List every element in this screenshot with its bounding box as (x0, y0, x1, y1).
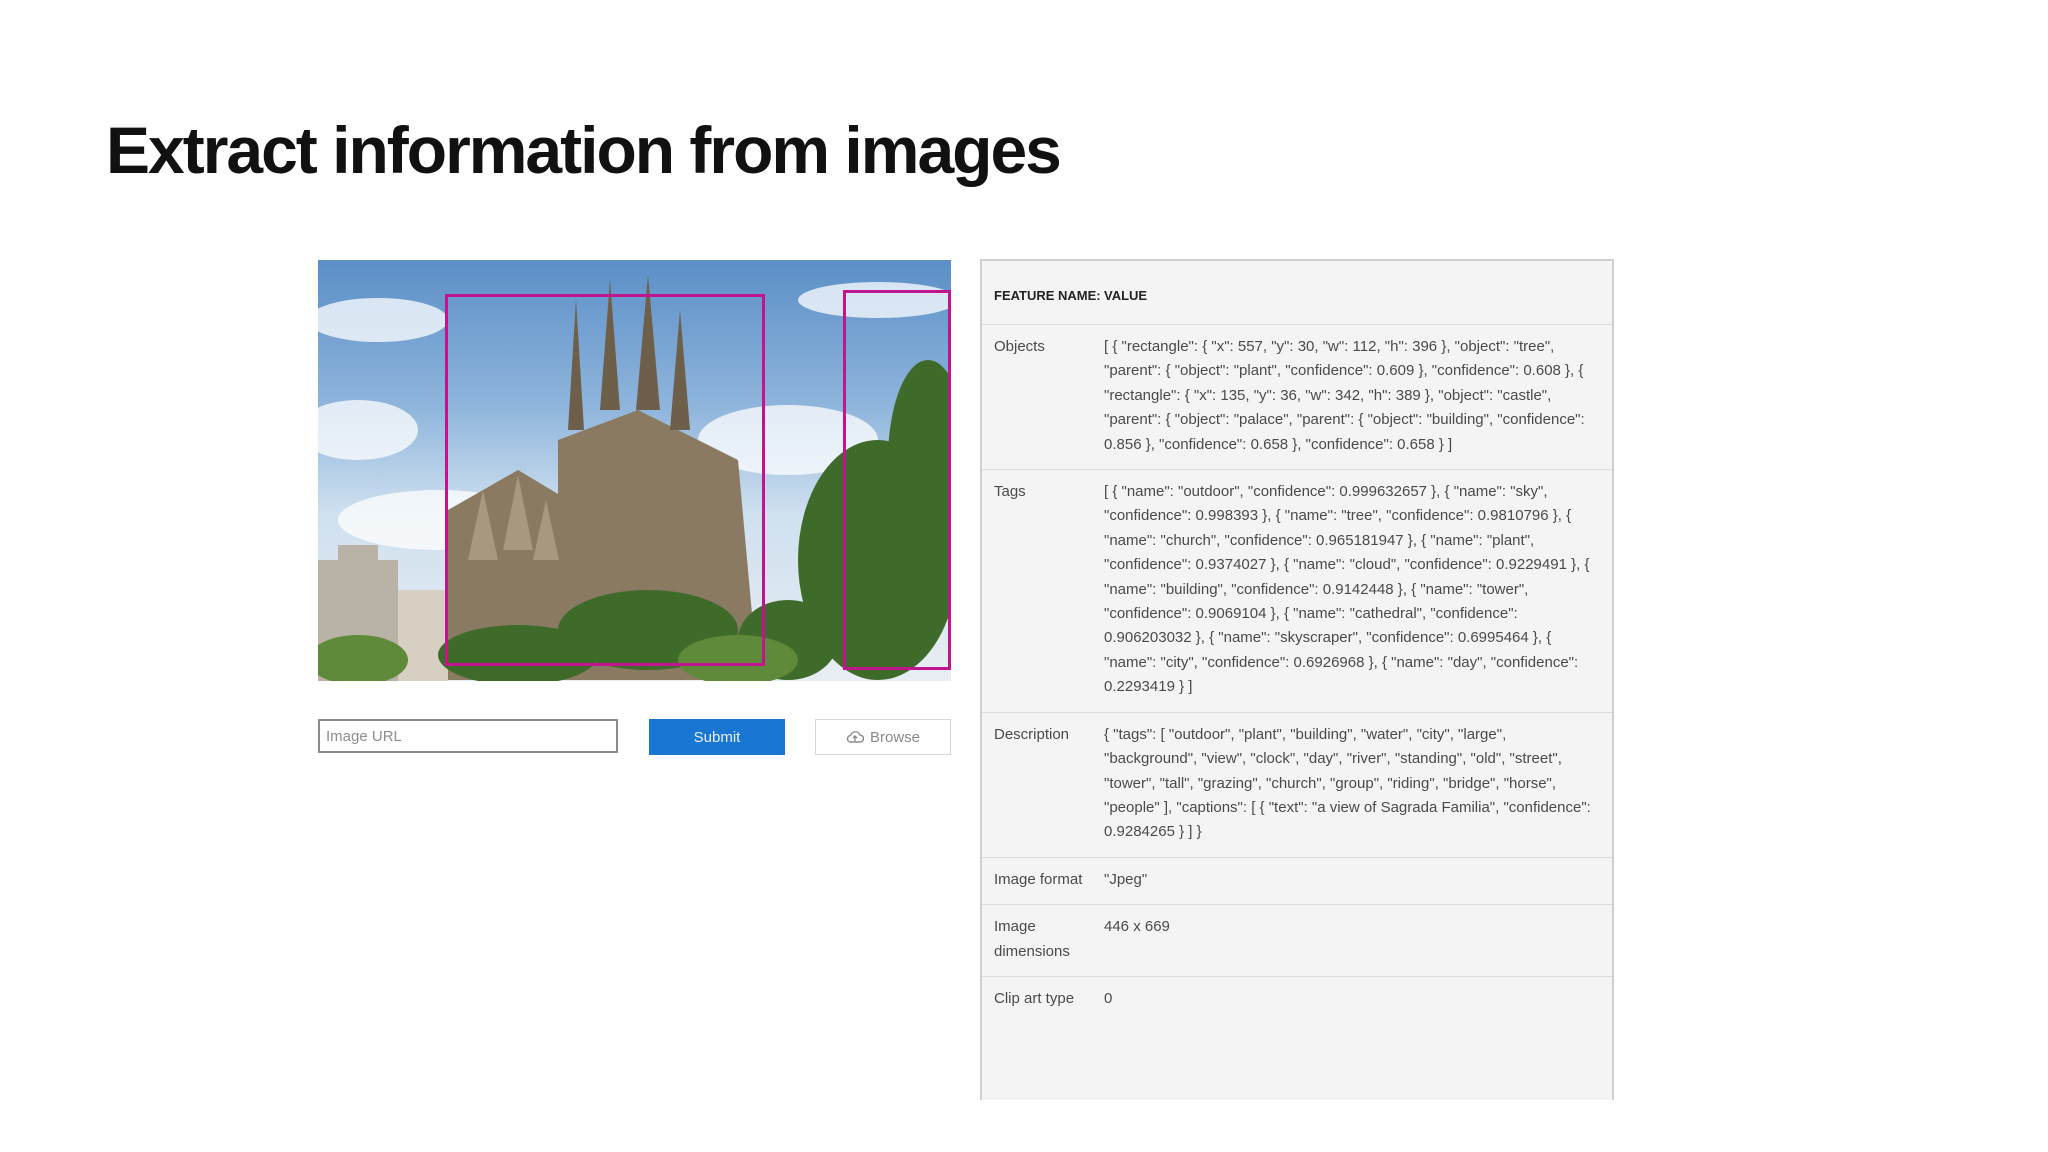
cloud-upload-icon (846, 730, 864, 744)
analyzed-photo (318, 260, 951, 681)
value-image-format: "Jpeg" (1104, 870, 1148, 888)
browse-label: Browse (869, 728, 921, 746)
image-url-input[interactable] (318, 719, 618, 753)
results-header-row: FEATURE NAME: VALUE (982, 261, 1612, 325)
feature-objects: Objects (994, 338, 1045, 355)
slide-title: Extract information from images (106, 113, 1062, 187)
submit-button[interactable]: Submit (649, 719, 785, 755)
table-row: Description { "tags": [ "outdoor", "plan… (982, 712, 1612, 858)
results-table: FEATURE NAME: VALUE Objects [ { "rectang… (980, 259, 1614, 1100)
value-description: { "tags": [ "outdoor", "plant", "buildin… (1104, 725, 1591, 841)
tree-bounding-box (843, 290, 951, 670)
value-header: VALUE (1104, 288, 1148, 303)
table-row: Clip art type 0 (982, 976, 1612, 1023)
browse-button[interactable]: Browse (815, 719, 951, 755)
feature-description: Description (994, 725, 1070, 743)
feature-name-header: FEATURE NAME: (994, 288, 1101, 303)
castle-bounding-box (445, 294, 765, 666)
feature-clip-art-type: Clip art type (994, 989, 1075, 1007)
table-row: Tags [ { "name": "outdoor", "confidence"… (982, 470, 1612, 713)
feature-tags: Tags (994, 483, 1026, 501)
value-objects: [ { "rectangle": { "x": 557, "y": 30, "w… (1104, 338, 1585, 453)
table-row: Image dimensions 446 x 669 (982, 905, 1612, 977)
table-row: Objects [ { "rectangle": { "x": 557, "y"… (982, 325, 1612, 470)
feature-image-format: Image format (994, 870, 1083, 888)
table-row: Image format "Jpeg" (982, 857, 1612, 905)
value-clip-art-type: 0 (1104, 989, 1113, 1007)
feature-image-dimensions: Image dimensions (994, 918, 1070, 960)
value-tags: [ { "name": "outdoor", "confidence": 0.9… (1104, 483, 1590, 696)
value-image-dimensions: 446 x 669 (1104, 918, 1170, 936)
